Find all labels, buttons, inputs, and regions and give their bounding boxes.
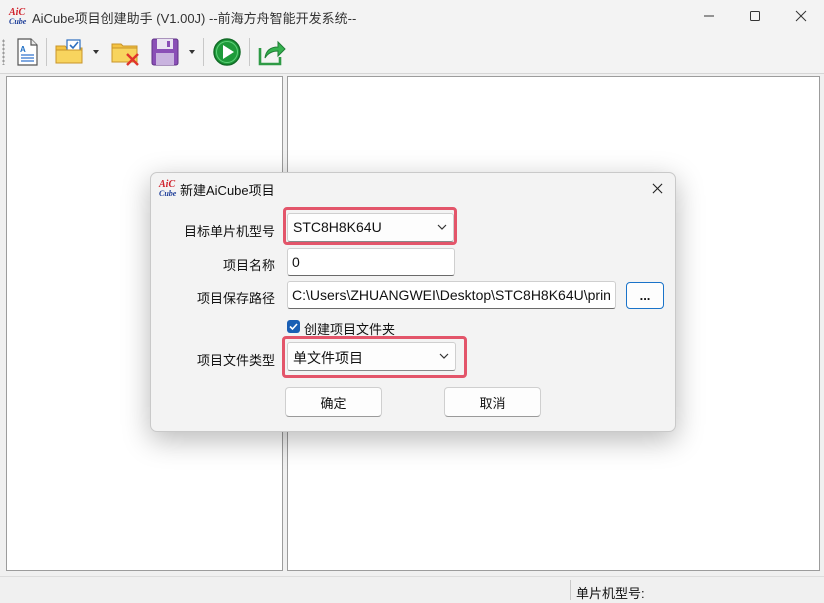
save-button[interactable] (148, 35, 182, 69)
toolbar-separator (249, 38, 250, 66)
mcu-model-label: 目标单片机型号 (183, 224, 275, 239)
close-icon (652, 183, 662, 193)
maximize-icon (750, 10, 760, 21)
highlight-box (282, 336, 467, 378)
close-project-button[interactable] (108, 35, 142, 69)
file-type-label: 项目文件类型 (196, 353, 275, 368)
toolbar-grip[interactable] (2, 39, 5, 65)
dialog-title: 新建AiCube项目 (180, 183, 275, 198)
export-button[interactable] (255, 35, 289, 69)
close-project-icon (111, 43, 139, 66)
create-folder-checkbox[interactable] (287, 320, 300, 333)
new-project-dialog: AiC Cube 新建AiCube项目 目标单片机型号 STC8H8K64U 项… (150, 172, 676, 432)
toolbar-separator (46, 38, 47, 66)
save-icon (151, 38, 179, 66)
project-name-input[interactable] (287, 248, 455, 276)
maximize-button[interactable] (732, 0, 778, 31)
run-icon (213, 38, 241, 66)
run-button[interactable] (210, 35, 244, 69)
window-title: AiCube项目创建助手 (V1.00J) --前海方舟智能开发系统-- (32, 11, 357, 26)
save-path-label: 项目保存路径 (196, 291, 275, 306)
open-project-icon (55, 39, 83, 64)
title-bar: AiC Cube AiCube项目创建助手 (V1.00J) --前海方舟智能开… (0, 0, 824, 31)
open-dropdown-icon[interactable] (91, 47, 101, 57)
new-file-icon: A (17, 38, 38, 66)
open-project-button[interactable] (52, 35, 86, 69)
close-icon (795, 10, 807, 21)
toolbar-separator (203, 38, 204, 66)
close-window-button[interactable] (778, 0, 824, 31)
checkmark-icon (289, 323, 298, 331)
status-mcu-label: 单片机型号: (576, 586, 645, 601)
browse-button[interactable]: ... (626, 282, 664, 309)
aicube-logo-icon: AiC Cube (158, 179, 177, 198)
status-bar: 单片机型号: (0, 576, 824, 603)
svg-text:Cube: Cube (159, 189, 177, 198)
project-name-label: 项目名称 (222, 258, 275, 273)
minimize-icon (704, 15, 714, 16)
svg-text:Cube: Cube (9, 17, 27, 26)
export-icon (258, 40, 286, 66)
aicube-logo-icon: AiC Cube (8, 7, 27, 26)
new-file-button[interactable]: A (10, 35, 44, 69)
save-path-input[interactable] (287, 281, 616, 309)
ok-button[interactable]: 确定 (285, 387, 382, 417)
minimize-button[interactable] (686, 0, 732, 31)
dialog-close-button[interactable] (645, 177, 669, 199)
cancel-button[interactable]: 取消 (444, 387, 541, 417)
status-divider (570, 580, 571, 600)
toolbar: A (0, 31, 824, 74)
highlight-box (283, 207, 457, 245)
svg-text:A: A (20, 45, 26, 54)
save-dropdown-icon[interactable] (187, 47, 197, 57)
